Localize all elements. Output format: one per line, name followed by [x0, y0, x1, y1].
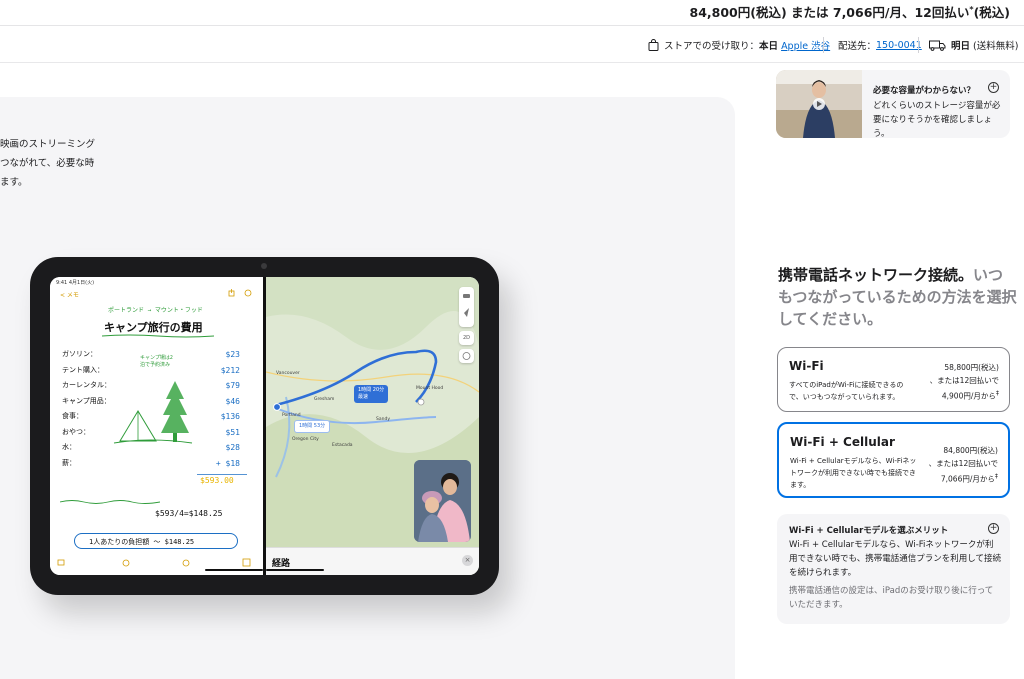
tent-tree-drawing [113, 381, 193, 444]
notes-app-pane: 9:41 4月1日(火) < メモ ポートランド → マウント・フッド キャンプ… [50, 277, 263, 575]
home-indicator [205, 569, 263, 571]
gallery-caption: 映画のストリーミング つながれて、必要な時 ます。 [0, 139, 96, 188]
specialist-photo [776, 70, 862, 138]
route-alternate-badge: 1時間 53分 [294, 420, 331, 433]
map-label: Mount Hood [416, 386, 444, 391]
share-more-icon [228, 289, 252, 297]
shopping-bag-icon [648, 39, 659, 51]
ipad-screen: 9:41 4月1日(火) < メモ ポートランド → マウント・フッド キャンプ… [50, 277, 479, 575]
storage-help-card[interactable]: 必要な容量がわからない？ どれくらいのストレージ容量が必要になりそうかを確認しま… [776, 70, 1010, 138]
help-card-body: どれくらいのストレージ容量が必要になりそうかを確認しましょう。 [873, 101, 1001, 138]
benefit-note: 携帯電話通信の設定は、iPadのお受け取り後に行っていただきます。 [789, 586, 994, 610]
benefit-title: Wi‑Fi + Cellularモデルを選ぶメリット [789, 526, 949, 536]
divider [918, 37, 919, 53]
map-label: Vancouver [276, 371, 300, 376]
delivery-location: 配送先： 150-0041 [838, 39, 922, 53]
truck-icon [929, 40, 946, 51]
fulfillment-bar: ストアでの受け取り： 本日 Apple 渋谷 配送先： 150-0041 明日 … [0, 27, 1024, 63]
option-price: 58,800円(税込) 、または12回払いで 4,900円/月から‡ [929, 363, 999, 401]
per-person-box: 1人あたりの負担額 〜 $148.25 [74, 533, 238, 549]
car-locate-icons [463, 294, 470, 317]
option-name: Wi‑Fi + Cellular [790, 435, 895, 449]
map-label: Sandy [376, 417, 390, 422]
price-bar: 84,800円(税込) または 7,066円/月、12回払い*(税込) [0, 0, 1024, 26]
title-underline [102, 334, 214, 338]
scribble-line [60, 500, 160, 504]
campsite-side-note: キャンプ場は2泊で予約済み [140, 355, 173, 368]
option-description: すべてのiPadがWi‑Fiに接続できるので、いつもつながっていられます。 [789, 381, 904, 401]
camera-dot [261, 263, 267, 269]
help-card-title: 必要な容量がわからない？ [873, 86, 976, 96]
map-label: Gresham [314, 397, 335, 402]
expense-labels: ガソリン： テント購入： カーレンタル： キャンプ用品： 食事： おやつ： 水：… [62, 350, 111, 467]
note-subtitle: ポートランド → マウント・フッド [108, 307, 203, 314]
notes-toolbar-icons [57, 558, 251, 567]
expense-total: $593.00 [200, 476, 234, 485]
option-description: Wi‑Fi + Cellularモデルなら、Wi‑Fiネットワークが利用できない… [790, 457, 917, 489]
home-indicator [266, 569, 324, 571]
cellular-benefit-card[interactable]: Wi‑Fi + Cellularモデルを選ぶメリット + Wi‑Fi + Cel… [777, 514, 1010, 624]
option-wifi[interactable]: Wi‑Fi すべてのiPadがWi‑Fiに接続できるので、いつもつながっていられ… [777, 347, 1010, 412]
plus-circle-icon[interactable]: + [988, 82, 999, 93]
expense-amounts: $23 $212 $79 $46 $136 $51 $28 + $18 [215, 350, 240, 468]
note-title: キャンプ旅行の費用 [104, 321, 203, 334]
route-fastest-badge: 1時間 20分 最速 [354, 385, 389, 403]
split-calculation: $593/4=$148.25 [155, 509, 223, 518]
option-name: Wi‑Fi [789, 359, 824, 373]
store-pickup: ストアでの受け取り： 本日 Apple 渋谷 [648, 38, 830, 52]
help-video-thumbnail[interactable] [776, 70, 862, 138]
ipad-device-image: 9:41 4月1日(火) < メモ ポートランド → マウント・フッド キャンプ… [30, 257, 499, 595]
map-label: Oregon City [292, 437, 319, 442]
option-wifi-cellular[interactable]: Wi‑Fi + Cellular Wi‑Fi + Cellularモデルなら、W… [777, 422, 1010, 498]
connectivity-heading: 携帯電話ネットワーク接続。いつもつながっているための方法を選択してください。 [778, 266, 1017, 328]
price-footnote-link[interactable]: ‡ [996, 390, 999, 397]
shipping-info: 明日 (送料無料) [929, 38, 1018, 52]
map-label: Estacada [332, 443, 353, 448]
postal-code-link[interactable]: 150-0041 [876, 40, 922, 51]
facetime-pip [414, 460, 471, 542]
divider [823, 37, 824, 53]
map-label: Portland [282, 413, 301, 418]
map-controls [459, 287, 474, 327]
plus-circle-icon[interactable]: + [988, 523, 999, 534]
benefit-body: Wi‑Fi + Cellularモデルなら、Wi‑Fiネットワークが利用できない… [789, 540, 1001, 578]
header-price: 84,800円(税込) または 7,066円/月、12回払い*(税込) [689, 4, 1011, 20]
compass-icon [459, 349, 474, 363]
maps-app-pane: Vancouver Gresham Portland Mount Hood Or… [266, 277, 479, 575]
close-icon: × [462, 555, 473, 566]
status-time: 9:41 4月1日(火) [56, 280, 95, 286]
per-person-text: 1人あたりの負担額 〜 $148.25 [89, 538, 195, 546]
option-price: 84,800円(税込) 、または12回払いで 7,066円/月から‡ [928, 446, 998, 484]
price-footnote-link[interactable]: ‡ [995, 473, 998, 480]
facetime-people-photo [414, 460, 471, 542]
directions-title: 経路 [272, 559, 291, 569]
notes-back-button: < メモ [60, 292, 79, 299]
map-2d-toggle: 2D [459, 331, 474, 345]
